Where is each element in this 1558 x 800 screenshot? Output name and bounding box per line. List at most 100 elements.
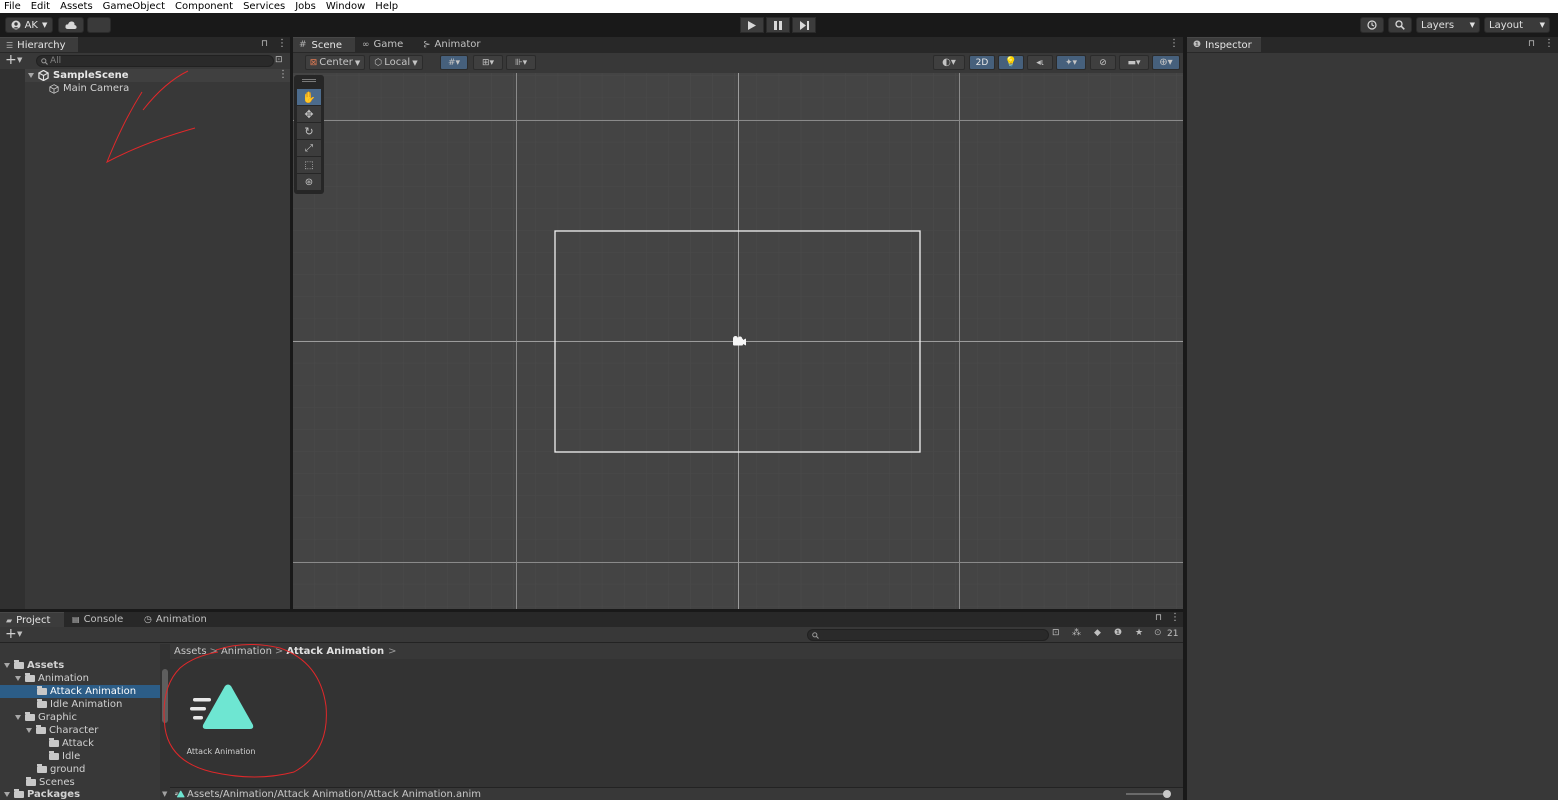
tab-animation-label: Animation [155, 614, 207, 625]
folder-packages[interactable]: Packages [4, 788, 80, 800]
2d-label: 2D [975, 57, 989, 68]
cloud-icon [65, 21, 77, 29]
lock-icon[interactable]: ⊓ [1155, 613, 1162, 623]
search-icon [812, 632, 819, 639]
hierarchy-tabbar: ☰ Hierarchy ⊓ ⋮ [0, 37, 290, 53]
chevron-down-icon: ▼ [1539, 21, 1545, 29]
expand-icon[interactable] [4, 792, 10, 797]
tab-animation[interactable]: ◷ Animation [138, 612, 218, 627]
menu-assets[interactable]: Assets [55, 0, 98, 13]
menu-help[interactable]: Help [370, 0, 403, 13]
folder-graphic[interactable]: Graphic [15, 711, 77, 724]
folder-icon [26, 777, 36, 786]
layers-dropdown[interactable]: Layers ▼ [1416, 17, 1480, 33]
lighting-toggle[interactable]: 💡 [998, 55, 1024, 70]
search-button[interactable] [1388, 17, 1412, 33]
camera-settings-dropdown[interactable]: ▬▾ [1119, 55, 1149, 70]
draw-mode-dropdown[interactable]: ◐▾ [933, 55, 965, 70]
snap-settings-button[interactable]: ⊪▾ [506, 55, 536, 70]
2d-toggle[interactable]: 2D [969, 55, 995, 70]
chevron-down-icon[interactable]: ▼ [17, 56, 22, 64]
hidden-packages-eye-icon[interactable]: ⊙ [1154, 628, 1162, 638]
lock-icon[interactable]: ⊓ [1528, 39, 1535, 49]
scene-search-icon[interactable]: ⊡ [275, 55, 283, 65]
menu-gameobject[interactable]: GameObject [98, 0, 170, 13]
project-search-input[interactable] [807, 629, 1049, 641]
hand-tool-button[interactable]: ✋ [297, 89, 321, 105]
tab-inspector[interactable]: ❶ Inspector [1187, 37, 1261, 52]
filter-by-type-icon[interactable]: ⁂ [1072, 628, 1081, 638]
folder-ground[interactable]: ground [37, 763, 85, 776]
folder-animation[interactable]: Animation [15, 672, 89, 685]
expand-icon[interactable] [26, 728, 32, 733]
scale-icon: ⤢ [305, 142, 313, 154]
add-icon[interactable]: + [5, 52, 17, 68]
history-button[interactable] [1360, 17, 1384, 33]
scale-tool-button[interactable]: ⤢ [297, 140, 321, 156]
rect-tool-button[interactable]: ⬚ [297, 157, 321, 173]
label-tag-icon[interactable]: ◆ [1094, 628, 1101, 638]
pause-button[interactable] [766, 17, 790, 33]
transform-tool-button[interactable]: ⊛ [297, 174, 321, 190]
more-icon[interactable]: ⋮ [277, 38, 287, 49]
tab-hierarchy[interactable]: ☰ Hierarchy [0, 37, 78, 52]
more-icon[interactable]: ⋮ [1544, 38, 1554, 49]
scene-more-icon[interactable]: ⋮ [278, 69, 288, 80]
expand-icon[interactable] [28, 73, 34, 78]
menu-component[interactable]: Component [170, 0, 238, 13]
grid-snap-button[interactable]: #▾ [440, 55, 468, 70]
chevron-down-icon: ▼ [412, 58, 418, 67]
importlog-icon[interactable]: ❶ [1114, 628, 1122, 638]
favorite-star-icon[interactable]: ★ [1135, 628, 1143, 638]
layout-dropdown[interactable]: Layout ▼ [1484, 17, 1550, 33]
add-icon[interactable]: + [5, 626, 17, 642]
move-tool-button[interactable]: ✥ [297, 106, 321, 122]
lock-icon[interactable]: ⊓ [261, 39, 268, 49]
account-button[interactable]: AK ▼ [5, 17, 53, 33]
overlay-drag-handle[interactable] [302, 79, 316, 82]
step-button[interactable] [792, 17, 816, 33]
tab-game[interactable]: ∞ Game [356, 37, 416, 52]
hidden-objects-toggle[interactable]: ⊘ [1090, 55, 1116, 70]
folder-open-icon [25, 673, 35, 682]
folder-attack[interactable]: Attack [49, 737, 94, 750]
more-icon[interactable]: ⋮ [1169, 38, 1179, 49]
cloud-button[interactable] [58, 17, 84, 33]
tab-console[interactable]: ▤ Console [66, 612, 136, 627]
folder-idle-animation[interactable]: Idle Animation [37, 698, 122, 711]
search-by-type-icon[interactable]: ⊡ [1052, 628, 1060, 638]
increment-snap-button[interactable]: ⊞▾ [473, 55, 503, 70]
effects-dropdown[interactable]: ✦▾ [1056, 55, 1086, 70]
icon-size-slider-thumb[interactable] [1163, 790, 1171, 798]
folder-assets[interactable]: Assets [4, 659, 64, 672]
folder-scenes-label: Scenes [39, 777, 75, 788]
pivot-center-dropdown[interactable]: ⊠ Center ▼ [305, 55, 365, 70]
expand-icon[interactable] [15, 715, 21, 720]
folder-character[interactable]: Character [26, 724, 98, 737]
tab-scene[interactable]: # Scene [293, 37, 355, 52]
folder-attack-animation[interactable]: Attack Animation [37, 685, 136, 698]
menu-edit[interactable]: Edit [26, 0, 55, 13]
pivot-space-dropdown[interactable]: ⬡ Local ▼ [369, 55, 423, 70]
folder-ground-label: ground [50, 764, 86, 775]
menu-jobs[interactable]: Jobs [290, 0, 321, 13]
menu-window[interactable]: Window [321, 0, 370, 13]
expand-icon[interactable] [15, 676, 21, 681]
annotation-circle-drawing [163, 643, 327, 778]
play-button[interactable] [740, 17, 764, 33]
tab-project[interactable]: ▰ Project [0, 612, 64, 627]
search-placeholder: All [50, 56, 62, 66]
expand-icon[interactable] [4, 663, 10, 668]
rotate-tool-button[interactable]: ↻ [297, 123, 321, 139]
scroll-down-icon[interactable]: ▼ [162, 790, 167, 798]
more-icon[interactable]: ⋮ [1170, 612, 1180, 623]
menu-file[interactable]: File [0, 0, 26, 13]
audio-toggle[interactable]: ◂ɩ [1027, 55, 1053, 70]
tab-animator[interactable]: ⊱ Animator [417, 37, 497, 52]
collab-button[interactable] [87, 17, 111, 33]
gizmos-dropdown[interactable]: ⊕▾ [1152, 55, 1180, 70]
folder-idle[interactable]: Idle [49, 750, 80, 763]
scene-viewport[interactable] [293, 73, 1183, 609]
menu-services[interactable]: Services [238, 0, 290, 13]
chevron-down-icon[interactable]: ▼ [17, 630, 22, 638]
